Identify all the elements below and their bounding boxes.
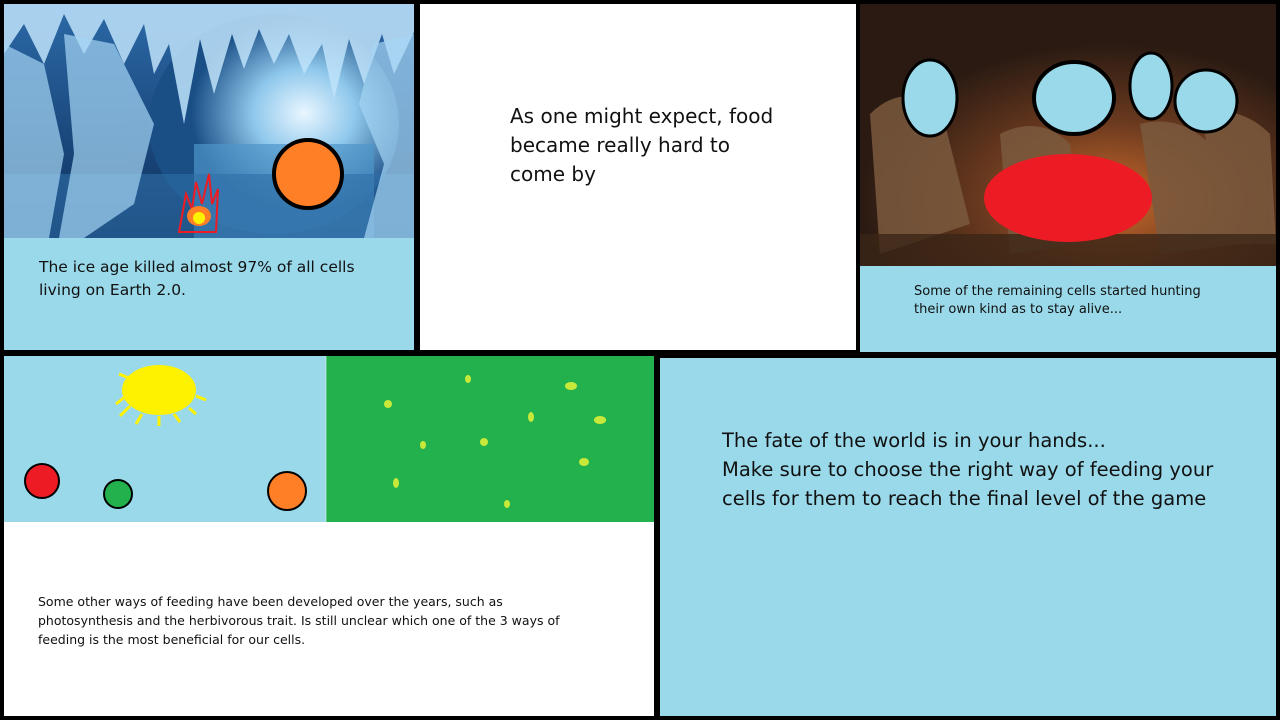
feeding-ways-image [4,356,654,522]
panel-ice-age: The ice age killed almost 97% of all cel… [4,4,414,350]
red-cell [984,154,1152,242]
cell-head-1 [901,58,959,138]
ice-cave-image [4,4,414,238]
ice-age-caption: The ice age killed almost 97% of all cel… [39,258,355,299]
cell-head-3 [1128,51,1174,121]
panel-food: As one might expect, food became really … [420,4,856,350]
cell-head-2 [1032,60,1116,136]
feeding-ways-caption: Some other ways of feeding have been dev… [38,594,560,647]
hunting-caption: Some of the remaining cells started hunt… [914,284,1201,317]
orange-cell [272,138,344,210]
panel-fate: The fate of the world is in your hands..… [660,358,1276,716]
panel-feeding-ways: Some other ways of feeding have been dev… [4,356,654,716]
fate-caption: The fate of the world is in your hands..… [722,429,1214,510]
cell-head-4 [1173,68,1239,134]
red-cell-small [24,463,60,499]
panel-hunting: Some of the remaining cells started hunt… [860,4,1276,352]
food-caption: As one might expect, food became really … [510,104,774,186]
green-cell [103,479,133,509]
hunting-scene-image [860,4,1276,266]
orange-cell-small [267,471,307,511]
